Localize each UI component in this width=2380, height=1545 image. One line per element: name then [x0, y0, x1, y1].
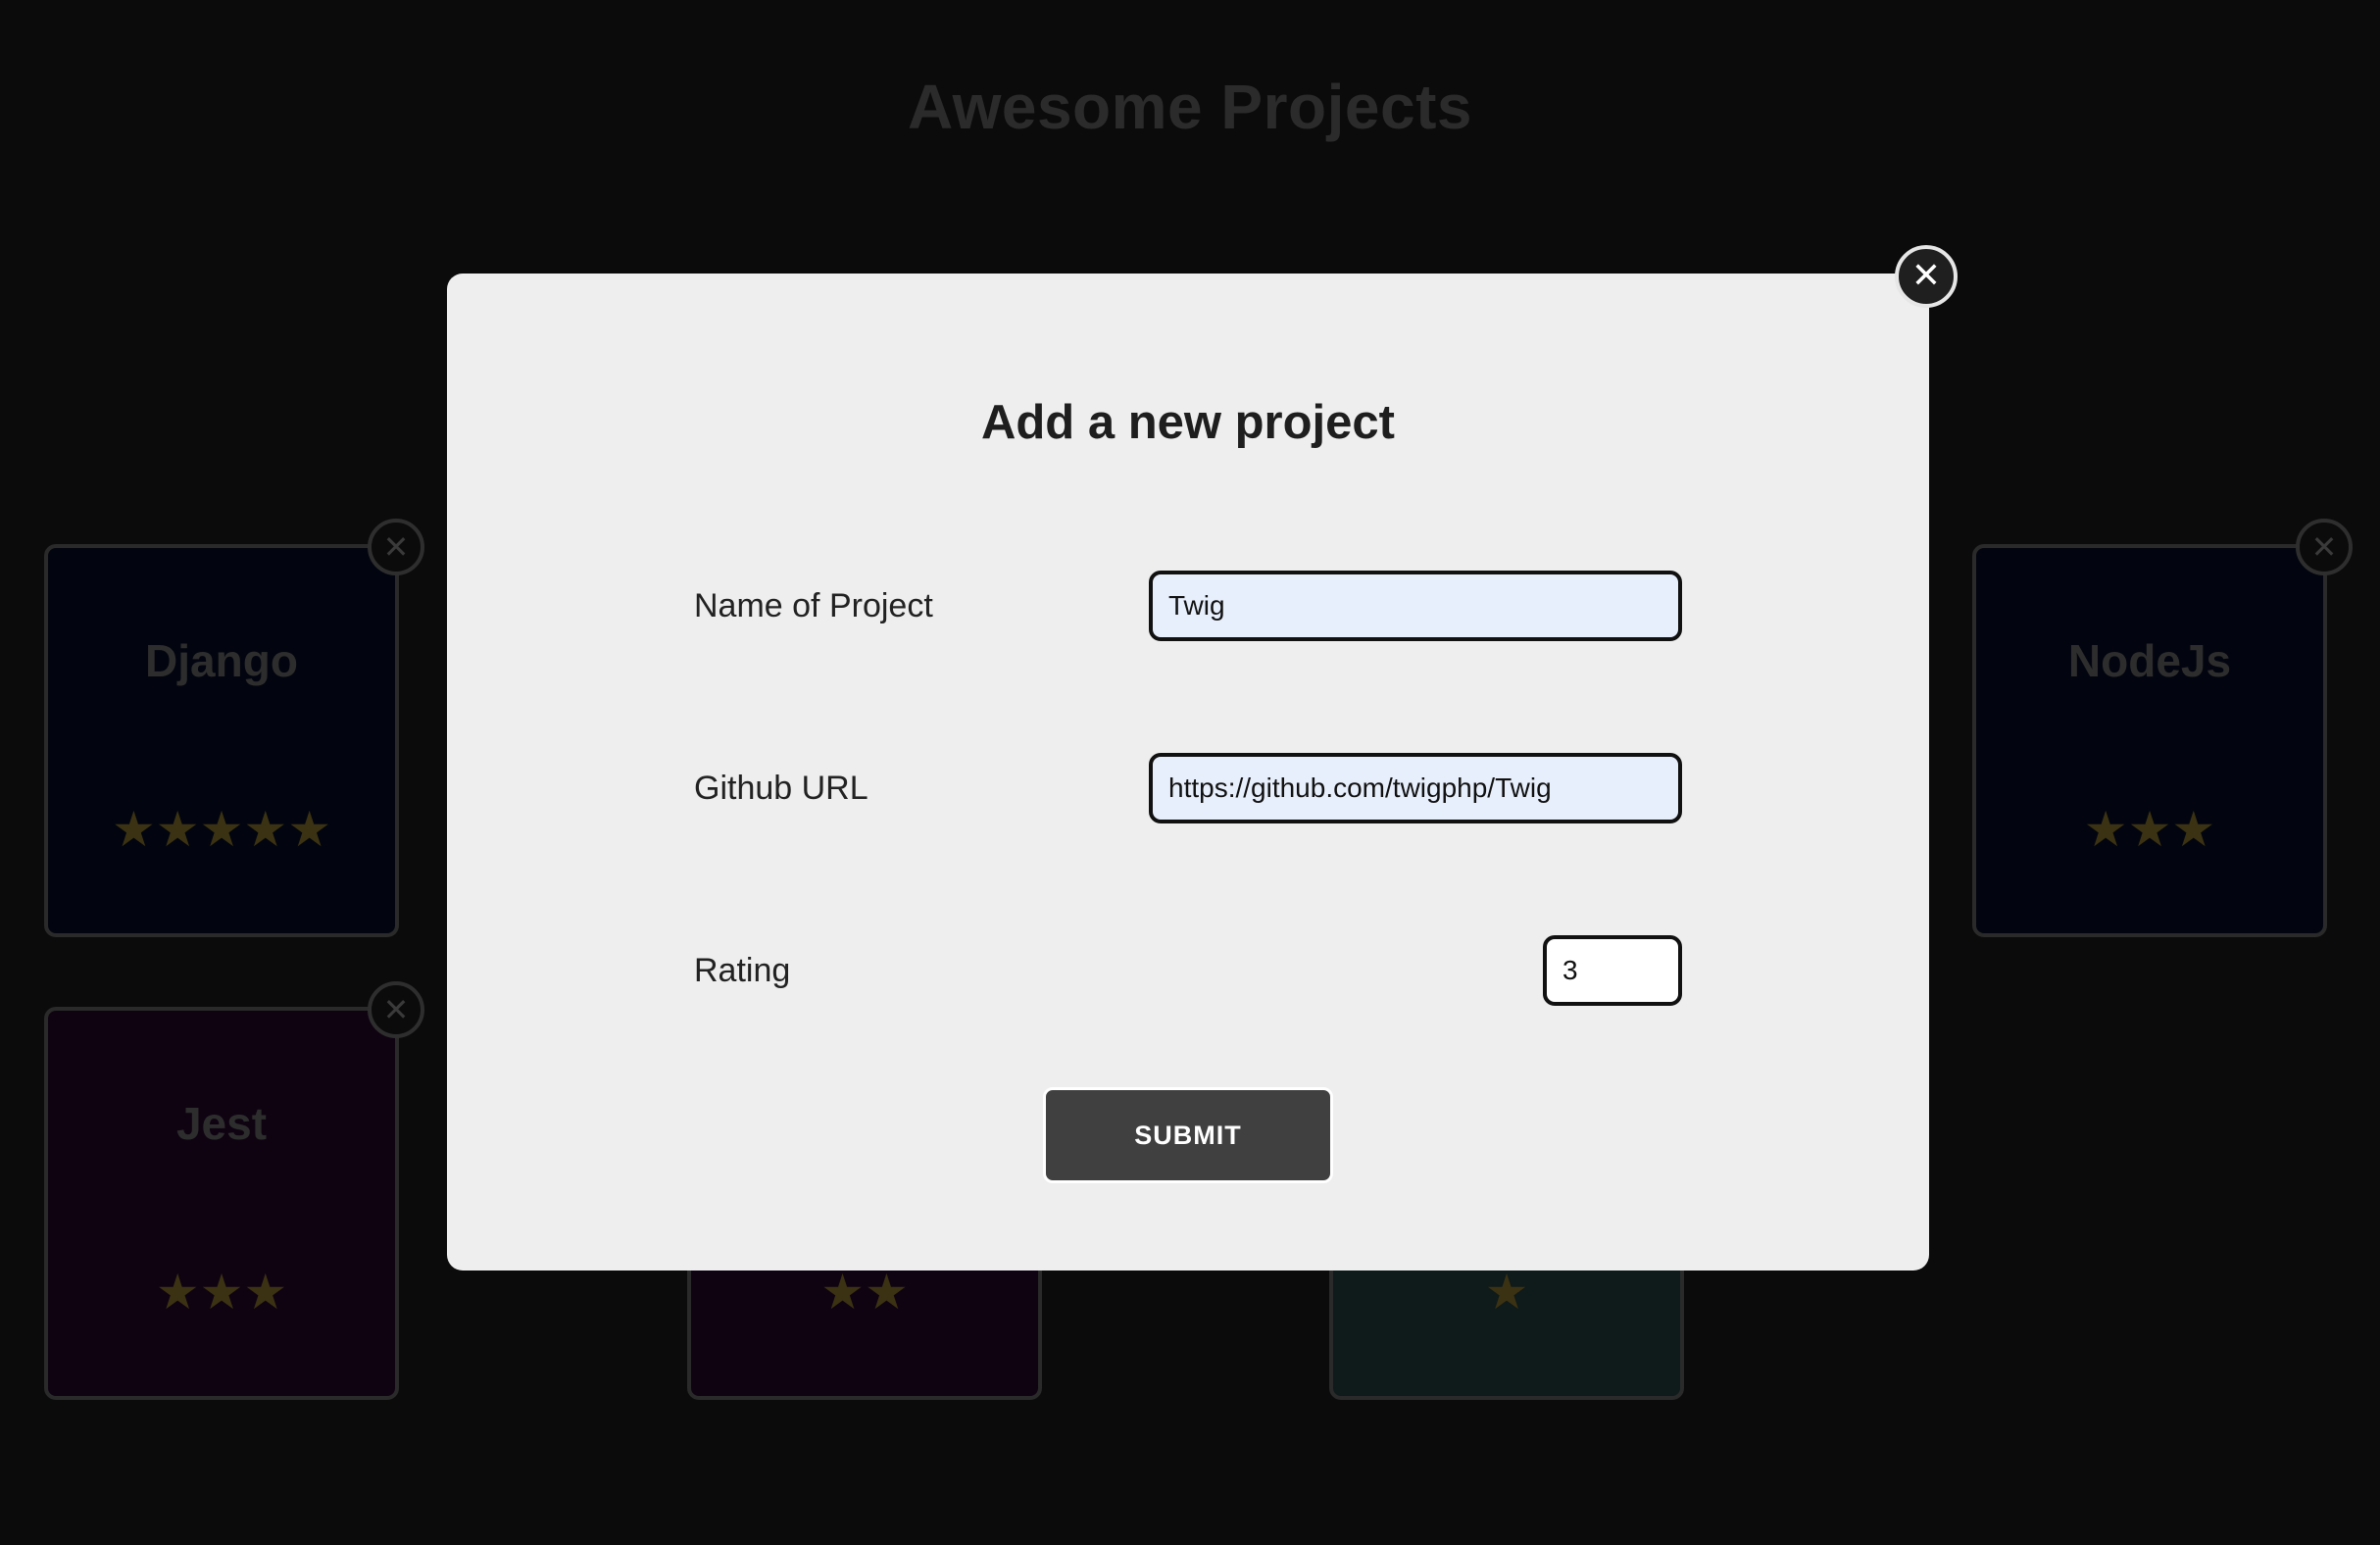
- star-rating: ★★: [820, 1265, 909, 1320]
- close-icon[interactable]: ✕: [1895, 245, 1958, 308]
- modal-title: Add a new project: [980, 396, 1395, 449]
- rating-input[interactable]: [1543, 935, 1682, 1006]
- card-title: Jest: [175, 1098, 268, 1149]
- close-icon[interactable]: ✕: [368, 519, 424, 575]
- card-title: NodeJs: [2067, 635, 2232, 686]
- close-icon[interactable]: ✕: [368, 981, 424, 1038]
- project-card-nodejs: NodeJs ★★★ ✕: [1972, 519, 2353, 937]
- card-title: Django: [145, 635, 298, 686]
- github-url-input[interactable]: [1149, 753, 1682, 823]
- page-title: Awesome Projects: [908, 72, 1472, 142]
- star-rating: ★★★: [155, 1265, 288, 1320]
- github-url-label: Github URL: [694, 770, 868, 807]
- star-rating: ★★★★★: [111, 802, 332, 857]
- name-label: Name of Project: [694, 587, 933, 624]
- project-card-jest: Jest ★★★ ✕: [44, 981, 424, 1400]
- star-rating: ★: [1484, 1265, 1529, 1320]
- close-icon[interactable]: ✕: [2296, 519, 2353, 575]
- add-project-modal: Add a new project Name of Project Github…: [447, 274, 1929, 1271]
- submit-button[interactable]: SUBMIT: [1043, 1087, 1333, 1183]
- page: Awesome Projects Django ★★★★★ ✕ NodeJs ★…: [0, 0, 2380, 1545]
- rating-label: Rating: [694, 952, 791, 989]
- star-rating: ★★★: [2083, 802, 2216, 857]
- project-card-django: Django ★★★★★ ✕: [44, 519, 424, 937]
- project-name-input[interactable]: [1149, 571, 1682, 641]
